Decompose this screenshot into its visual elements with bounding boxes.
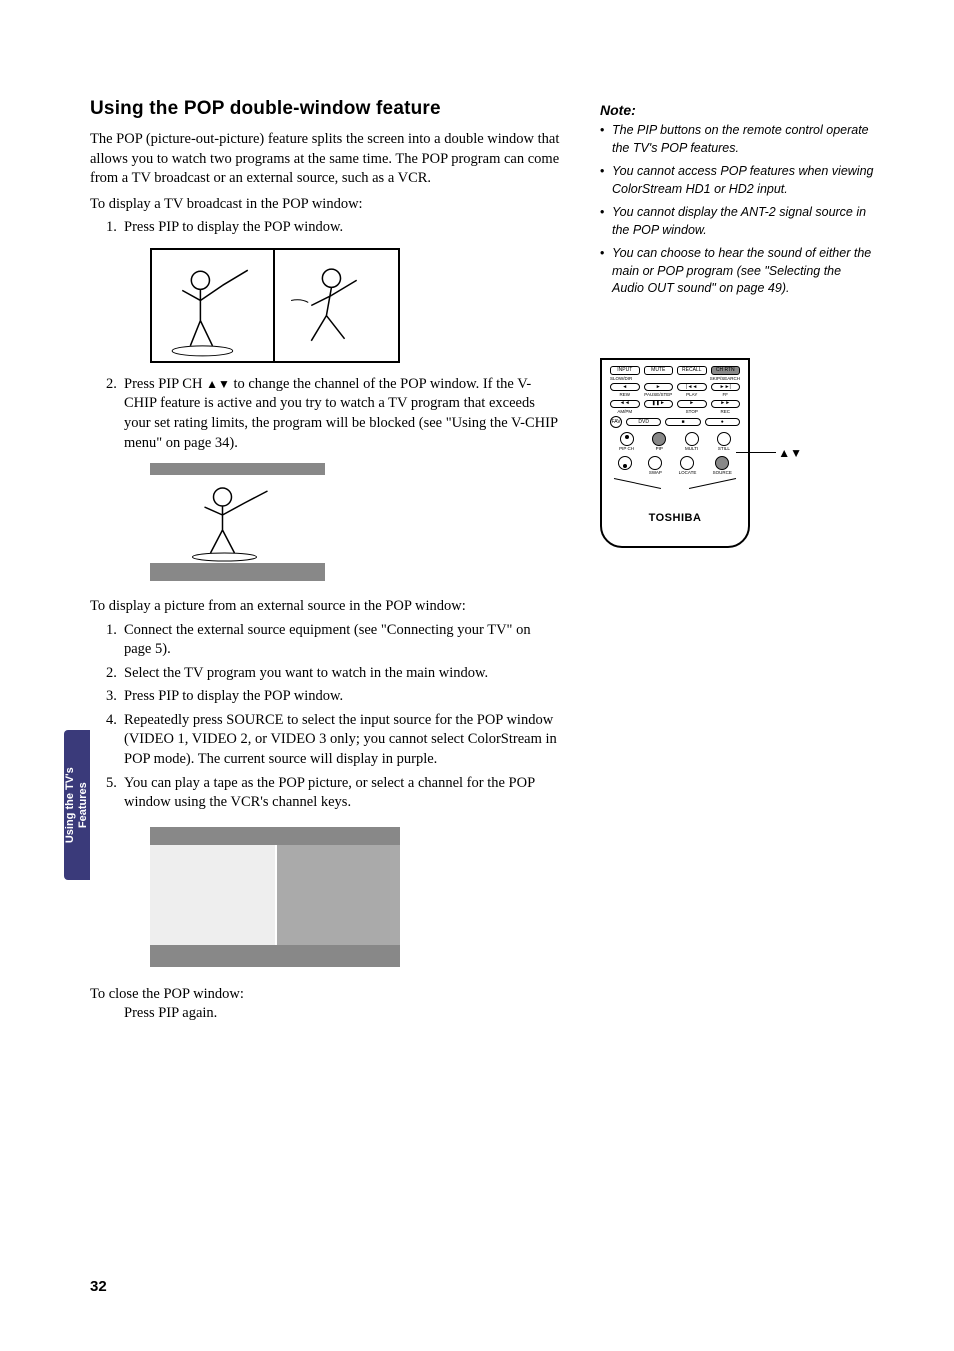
remote-multi-label: MULTI: [685, 447, 698, 452]
step-number: 1.: [106, 218, 117, 238]
remote-fav-button: FAV: [610, 416, 622, 428]
remote-ampm-label: AM/PM: [610, 410, 640, 415]
remote-skipfwd-button-icon: ►►|: [711, 383, 741, 391]
chapter-side-tab: Using the TV's Features: [64, 730, 90, 880]
remote-pause-label: PAUSE/STEP: [644, 393, 674, 398]
remote-pipch-label: PIP CH: [619, 447, 634, 452]
step-number: 3.: [106, 687, 117, 707]
step-text: Press PIP CH ▲▼ to change the channel of…: [124, 376, 557, 451]
step-text: Repeatedly press SOURCE to select the in…: [124, 712, 557, 767]
step-b4: 4. Repeatedly press SOURCE to select the…: [108, 711, 560, 770]
step-number: 4.: [106, 711, 117, 731]
remote-rec-button-icon: ●: [705, 418, 740, 426]
remote-ff-icon: ►►: [711, 400, 741, 408]
step-number: 2.: [106, 375, 117, 395]
pop-split-illustration: [150, 248, 400, 363]
step-number: 1.: [106, 621, 117, 641]
section-heading: Using the POP double-window feature: [90, 98, 560, 120]
intro-paragraph: The POP (picture-out-picture) feature sp…: [90, 130, 560, 189]
remote-pip-label: PIP: [656, 447, 663, 452]
remote-swap-button: [648, 456, 662, 470]
pitcher-sketch-icon: [275, 250, 398, 361]
step-b3: 3. Press PIP to display the POP window.: [108, 687, 560, 707]
note-item: You cannot display the ANT-2 signal sour…: [600, 204, 874, 239]
close-action: Press PIP again.: [90, 1004, 560, 1024]
close-lead: To close the POP window:: [90, 985, 560, 1005]
remote-pausestep-icon: ❚❚►: [644, 400, 674, 408]
step-b2: 2. Select the TV program you want to wat…: [108, 664, 560, 684]
note-heading: Note:: [600, 102, 874, 118]
remote-pipch-down-button: [618, 456, 632, 470]
note-item: You cannot access POP features when view…: [600, 163, 874, 198]
remote-stop-label: STOP: [677, 410, 707, 415]
remote-skipback-button-icon: |◄◄: [677, 383, 707, 391]
tv-broadcast-lead: To display a TV broadcast in the POP win…: [90, 195, 560, 215]
step-b1: 1. Connect the external source equipment…: [108, 621, 560, 660]
remote-rec-label: REC: [711, 410, 741, 415]
remote-recall-button: RECALL: [677, 366, 707, 375]
remote-mute-button: MUTE: [644, 366, 674, 375]
page-number: 32: [90, 1278, 107, 1295]
remote-source-button: [715, 456, 729, 470]
single-window-illustration: [150, 463, 325, 581]
batter-sketch-icon: [150, 475, 325, 563]
side-tab-line1: Using the TV's: [64, 767, 76, 843]
batter-sketch-icon: [152, 250, 273, 361]
step-number: 2.: [106, 664, 117, 684]
remote-still-button: [717, 432, 731, 446]
step-text: Select the TV program you want to watch …: [124, 665, 488, 681]
remote-swap-label: SWAP: [649, 471, 662, 476]
remote-rewind-icon: ◄◄: [610, 400, 640, 408]
up-down-arrows-icon: ▲▼: [206, 377, 230, 391]
remote-chrtn-button: CH RTN: [711, 366, 741, 375]
remote-ff-label: FF: [711, 393, 741, 398]
remote-control-diagram: INPUT MUTE RECALL CH RTN SLOW/DIR SKIP/S…: [600, 358, 750, 548]
step-number: 5.: [106, 774, 117, 794]
remote-still-label: STILL: [718, 447, 730, 452]
note-item: The PIP buttons on the remote control op…: [600, 122, 874, 157]
remote-play-label: PLAY: [677, 393, 707, 398]
remote-pipch-up-button: [620, 432, 634, 446]
step-text: Press PIP to display the POP window.: [124, 688, 343, 704]
remote-brand-label: TOSHIBA: [602, 512, 748, 524]
remote-dvd-button: DVD: [626, 418, 661, 426]
remote-source-label: SOURCE: [713, 471, 732, 476]
remote-fwd-button-icon: ►: [644, 383, 674, 391]
step-text: Press PIP to display the POP window.: [124, 219, 343, 235]
remote-play-icon: ►: [677, 400, 707, 408]
remote-locate-button: [680, 456, 694, 470]
side-tab-line2: Features: [77, 782, 89, 828]
step-text-prefix: Press PIP CH: [124, 376, 206, 392]
step-a1: 1. Press PIP to display the POP window.: [108, 218, 560, 238]
note-item: You can choose to hear the sound of eith…: [600, 245, 874, 298]
remote-stop-button-icon: ■: [665, 418, 700, 426]
pop-external-illustration: [150, 827, 400, 967]
external-source-lead: To display a picture from an external so…: [90, 597, 560, 617]
remote-callout-arrows-icon: ▲▼: [778, 446, 802, 460]
remote-pip-button: [652, 432, 666, 446]
step-text: You can play a tape as the POP picture, …: [124, 775, 535, 811]
remote-rew-label: REW: [610, 393, 640, 398]
remote-locate-label: LOCATE: [679, 471, 697, 476]
step-text: Connect the external source equipment (s…: [124, 622, 531, 658]
remote-rew-button-icon: ◄: [610, 383, 640, 391]
remote-slowdir-label: SLOW/DIR: [610, 377, 673, 382]
remote-input-button: INPUT: [610, 366, 640, 375]
remote-multi-button: [685, 432, 699, 446]
step-a2: 2. Press PIP CH ▲▼ to change the channel…: [108, 375, 560, 453]
step-b5: 5. You can play a tape as the POP pictur…: [108, 774, 560, 813]
remote-skipsearch-label: SKIP/SEARCH: [677, 377, 740, 382]
